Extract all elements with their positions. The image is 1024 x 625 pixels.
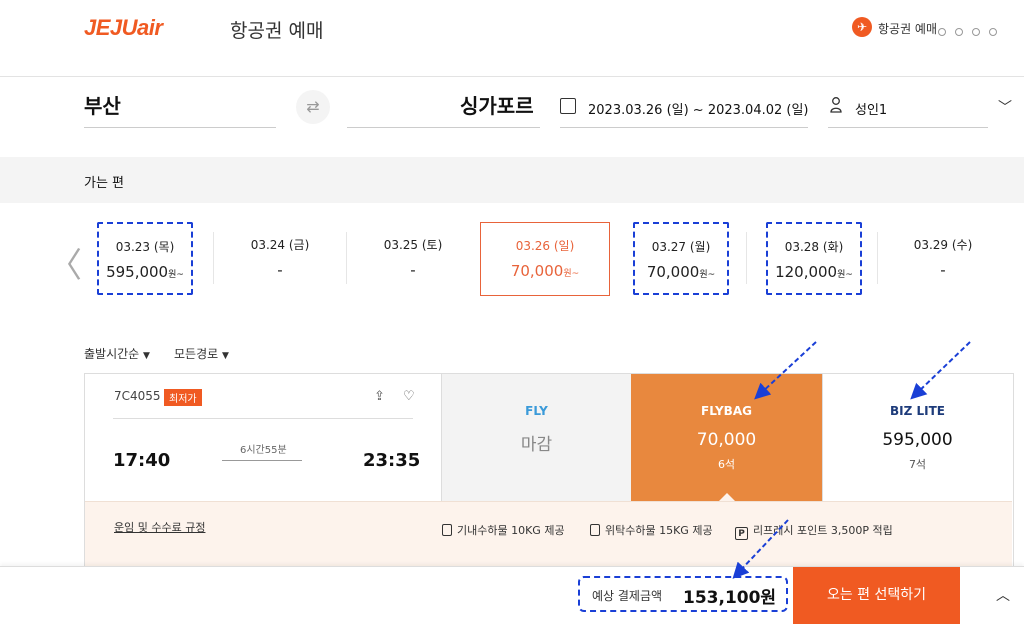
annotation-arrow-flybag (754, 341, 817, 400)
annotation-arrows (732, 341, 971, 579)
annotation-arrow-bizlite (910, 341, 971, 400)
annotation-arrow-estimate (732, 519, 789, 579)
